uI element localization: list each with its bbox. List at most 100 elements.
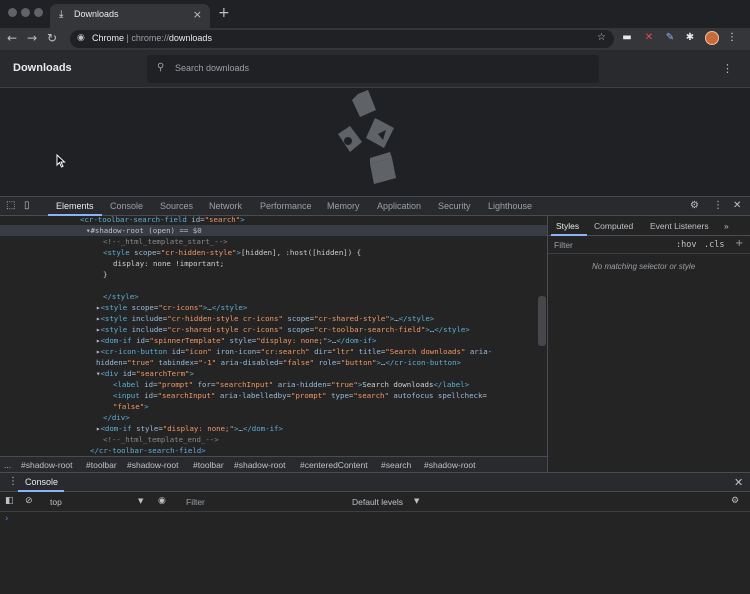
breadcrumb-item[interactable]: #search (381, 460, 411, 470)
menu-icon[interactable]: ⋮ (726, 32, 738, 44)
styles-tab-bar: Styles Computed Event Listeners » (548, 216, 750, 236)
drawer-tab-bar: ⋮ Console ✕ (0, 472, 750, 492)
tab-computed[interactable]: Computed (594, 221, 633, 231)
tab-network[interactable]: Network (209, 201, 242, 211)
styles-filter-input[interactable]: Filter (554, 240, 573, 250)
back-icon[interactable]: ← (7, 31, 17, 45)
sidebar-toggle-icon[interactable]: ◧ (5, 496, 14, 506)
console-prompt[interactable]: › (4, 514, 9, 524)
search-input[interactable]: Search downloads (175, 63, 249, 73)
tab-styles[interactable]: Styles (556, 221, 579, 231)
tree-node[interactable]: </div> (103, 412, 130, 423)
styles-pane: Styles Computed Event Listeners » Filter… (547, 216, 750, 472)
extensions-icon[interactable]: ✱ (684, 32, 696, 44)
tree-node[interactable]: ▸<style include="cr-hidden-style cr-icon… (96, 313, 434, 324)
page-title: Downloads (13, 62, 72, 74)
extension-red-icon[interactable]: ✕ (643, 32, 655, 44)
tab-application[interactable]: Application (377, 201, 421, 211)
styles-empty-message: No matching selector or style (592, 262, 696, 271)
close-tab-icon[interactable]: × (193, 8, 202, 21)
tab-strip: ⤓ Downloads × + (0, 0, 750, 28)
new-style-rule-icon[interactable]: + (735, 238, 743, 249)
breadcrumb-item[interactable]: #shadow-root (127, 460, 179, 470)
tab-sources[interactable]: Sources (160, 201, 193, 211)
tree-node[interactable]: } (103, 269, 107, 280)
tab-console[interactable]: Console (110, 201, 143, 211)
log-levels-dropdown[interactable]: Default levels (352, 497, 403, 507)
chrome-icon: ◉ (77, 33, 85, 43)
tab-elements[interactable]: Elements (56, 201, 94, 211)
tree-node[interactable]: <style scope="cr-hidden-style">[hidden],… (103, 247, 361, 258)
hover-state-toggle[interactable]: :hov (676, 240, 696, 250)
downloads-header: Downloads ⚲ Search downloads ⋮ (0, 50, 750, 88)
tree-node[interactable]: ▸<dom-if style="display: none;">…</dom-i… (96, 423, 283, 434)
breadcrumb-item[interactable]: #toolbar (86, 460, 117, 470)
tree-node[interactable]: ▸<style include="cr-shared-style cr-icon… (96, 324, 470, 335)
tree-node[interactable]: <!--_html_template_start_--> (103, 236, 228, 247)
console-settings-icon[interactable]: ⚙ (731, 496, 739, 506)
close-window-button[interactable] (8, 8, 17, 17)
tree-node[interactable]: <cr-toolbar-search-field id="search"> (80, 216, 245, 225)
breadcrumb-item[interactable]: #toolbar (193, 460, 224, 470)
breadcrumb-item[interactable]: #shadow-root (234, 460, 286, 470)
star-icon[interactable]: ☆ (597, 32, 606, 43)
context-selector[interactable]: top (50, 497, 62, 507)
tree-node[interactable]: hidden="true" tabindex="-1" aria-disable… (96, 357, 461, 368)
search-icon: ⚲ (157, 62, 165, 73)
address-bar[interactable]: ◉ Chrome | chrome://downloads ☆ (70, 30, 614, 48)
tree-node[interactable]: ▸<cr-icon-button id="icon" iron-icon="cr… (96, 346, 492, 357)
breadcrumb-item[interactable]: ... (4, 460, 11, 470)
file-types-illustration (338, 90, 396, 184)
tree-node-selected[interactable]: ▾#shadow-root (open) == $0 (0, 225, 547, 236)
console-filter-input[interactable]: Filter (186, 497, 205, 507)
extension-icon[interactable]: ▬ (621, 32, 633, 44)
breadcrumb-item[interactable]: #shadow-root (424, 460, 476, 470)
tree-node[interactable]: </style> (103, 291, 139, 302)
download-icon: ⤓ (59, 9, 64, 20)
class-toggle[interactable]: .cls (704, 240, 724, 250)
drawer-menu-icon[interactable]: ⋮ (8, 476, 18, 487)
device-toolbar-icon[interactable]: ▯ (24, 200, 30, 211)
clear-console-icon[interactable]: ⊘ (25, 496, 33, 506)
inspect-element-icon[interactable]: ⬚ (6, 200, 15, 211)
close-drawer-icon[interactable]: ✕ (734, 476, 743, 489)
forward-icon[interactable]: → (27, 31, 37, 45)
tab-memory[interactable]: Memory (327, 201, 360, 211)
profile-avatar[interactable] (705, 31, 719, 45)
tab-console-drawer[interactable]: Console (25, 477, 58, 487)
console-output[interactable]: › (0, 512, 750, 594)
tab-downloads[interactable]: ⤓ Downloads × (50, 4, 210, 28)
tree-node[interactable]: ▾<div id="searchTerm"> (96, 368, 194, 379)
tab-event-listeners[interactable]: Event Listeners (650, 221, 709, 231)
tab-security[interactable]: Security (438, 201, 471, 211)
breadcrumb-item[interactable]: #shadow-root (21, 460, 73, 470)
tab-title: Downloads (74, 9, 119, 19)
new-tab-button[interactable]: + (218, 5, 230, 21)
tab-performance[interactable]: Performance (260, 201, 312, 211)
breadcrumb-item[interactable]: #centeredContent (300, 460, 368, 470)
close-devtools-icon[interactable]: ✕ (733, 200, 741, 211)
tree-node[interactable]: <label id="prompt" for="searchInput" ari… (113, 379, 469, 390)
elements-scrollbar[interactable] (538, 296, 546, 346)
more-actions-icon[interactable]: ⋮ (722, 62, 733, 75)
more-tabs-icon[interactable]: » (724, 221, 729, 231)
maximize-window-button[interactable] (34, 8, 43, 17)
tree-node[interactable]: ▸<style scope="cr-icons">…</style> (96, 302, 247, 313)
settings-icon[interactable]: ⚙ (690, 200, 699, 211)
mouse-cursor-icon (56, 154, 66, 168)
chevron-down-icon: ▼ (138, 497, 144, 505)
tree-node[interactable]: <!--_html_template_end_--> (103, 434, 219, 445)
tree-node[interactable]: display: none !important; (113, 258, 224, 269)
elements-tree[interactable]: <cr-toolbar-search-field id="search"> ▾#… (0, 216, 547, 456)
search-field[interactable]: ⚲ Search downloads (147, 55, 599, 83)
tree-node[interactable]: ▸<dom-if id="spinnerTemplate" style="dis… (96, 335, 376, 346)
tab-lighthouse[interactable]: Lighthouse (488, 201, 532, 211)
extension-blue-icon[interactable]: ✎ (664, 32, 676, 44)
tree-node[interactable]: "false"> (113, 401, 149, 412)
minimize-window-button[interactable] (21, 8, 30, 17)
tree-node[interactable]: <input id="searchInput" aria-labelledby=… (113, 390, 487, 401)
reload-icon[interactable]: ↻ (47, 31, 57, 45)
devtools-menu-icon[interactable]: ⋮ (713, 200, 723, 211)
tree-node[interactable]: </cr-toolbar-search-field> (90, 445, 206, 456)
live-expression-eye-icon[interactable]: ◉ (158, 496, 166, 506)
